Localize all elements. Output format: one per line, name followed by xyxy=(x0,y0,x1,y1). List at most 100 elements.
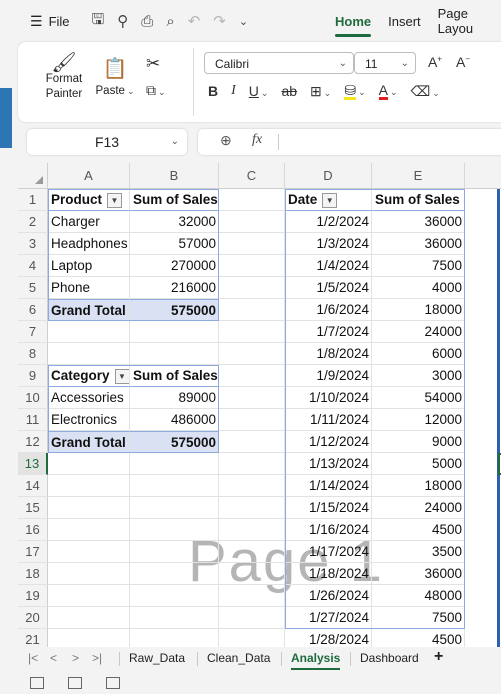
row-header-20[interactable]: 20 xyxy=(18,607,48,629)
cell-d4[interactable]: 1/4/2024 xyxy=(285,255,372,277)
cell-d12[interactable]: 1/12/2024 xyxy=(285,431,372,453)
paste-button[interactable]: 📋 Paste ⌄ xyxy=(93,56,137,97)
column-header-f[interactable] xyxy=(465,163,501,189)
cell-b10[interactable]: 89000 xyxy=(130,387,219,409)
clear-format-icon[interactable]: ⌫ ⌄ xyxy=(411,83,440,100)
row-header-9[interactable]: 9 xyxy=(18,365,48,387)
cell-e15[interactable]: 24000 xyxy=(372,497,465,519)
cell-a19[interactable] xyxy=(48,585,130,607)
cell-c7[interactable] xyxy=(219,321,285,343)
cell-d19[interactable]: 1/26/2024 xyxy=(285,585,372,607)
column-header-b[interactable]: B xyxy=(130,163,219,189)
decrease-font-size-icon[interactable]: A− xyxy=(456,54,470,70)
cell-c6[interactable] xyxy=(219,299,285,321)
filter-dropdown-icon[interactable]: ▼ xyxy=(107,192,123,208)
row-header-15[interactable]: 15 xyxy=(18,497,48,519)
row-header-13[interactable]: 13 xyxy=(18,453,48,475)
row-header-8[interactable]: 8 xyxy=(18,343,48,365)
cell-c11[interactable] xyxy=(219,409,285,431)
column-header-a[interactable]: A xyxy=(48,163,130,189)
cell-e6[interactable]: 18000 xyxy=(372,299,465,321)
cell-b13[interactable] xyxy=(130,453,219,475)
cell-b1[interactable]: Sum of Sales xyxy=(130,189,219,211)
underline-icon[interactable]: U ⌄ xyxy=(249,83,269,99)
cell-d16[interactable]: 1/16/2024 xyxy=(285,519,372,541)
cell-d7[interactable]: 1/7/2024 xyxy=(285,321,372,343)
row-header-14[interactable]: 14 xyxy=(18,475,48,497)
cell-c13[interactable] xyxy=(219,453,285,475)
save-icon[interactable]: 🖫 xyxy=(92,9,105,34)
cell-b20[interactable] xyxy=(130,607,219,629)
cell-e1[interactable]: Sum of Sales xyxy=(372,189,465,211)
row-header-6[interactable]: 6 xyxy=(18,299,48,321)
hamburger-menu-icon[interactable]: ☰ xyxy=(30,13,43,30)
cell-b16[interactable] xyxy=(130,519,219,541)
cut-icon[interactable]: ✂ xyxy=(146,54,160,74)
cell-c21[interactable] xyxy=(219,629,285,647)
name-box[interactable]: F13 ⌄ xyxy=(27,129,187,155)
sheet-tab-raw-data[interactable]: Raw_Data xyxy=(129,651,185,665)
cell-a4[interactable]: Laptop xyxy=(48,255,130,277)
cell-e21[interactable]: 4500 xyxy=(372,629,465,647)
cell-a16[interactable] xyxy=(48,519,130,541)
cell-e7[interactable]: 24000 xyxy=(372,321,465,343)
cell-c4[interactable] xyxy=(219,255,285,277)
spreadsheet-grid[interactable]: Page 1 A B C D E 1 2 3 4 5 6 7 8 9 10 11 12 13 14 15 16 17 18 1… xyxy=(18,163,501,647)
cell-a9[interactable]: Category ▼ xyxy=(48,365,130,387)
cell-a18[interactable] xyxy=(48,563,130,585)
cell-c9[interactable] xyxy=(219,365,285,387)
column-header-d[interactable]: D xyxy=(285,163,372,189)
autosave-icon[interactable]: ⚲ xyxy=(117,12,128,30)
cell-e11[interactable]: 12000 xyxy=(372,409,465,431)
row-header-17[interactable]: 17 xyxy=(18,541,48,563)
cell-a15[interactable] xyxy=(48,497,130,519)
cell-e20[interactable]: 7500 xyxy=(372,607,465,629)
cell-c3[interactable] xyxy=(219,233,285,255)
cell-d5[interactable]: 1/5/2024 xyxy=(285,277,372,299)
add-sheet-icon[interactable]: + xyxy=(434,648,443,666)
cell-e3[interactable]: 36000 xyxy=(372,233,465,255)
cell-d6[interactable]: 1/6/2024 xyxy=(285,299,372,321)
cell-d15[interactable]: 1/15/2024 xyxy=(285,497,372,519)
filter-dropdown-icon[interactable]: ▼ xyxy=(114,368,129,384)
font-color-icon[interactable]: A ⌄ xyxy=(378,82,398,100)
cell-c1[interactable] xyxy=(219,189,285,211)
cell-b19[interactable] xyxy=(130,585,219,607)
first-sheet-icon[interactable]: |< xyxy=(28,651,38,665)
cell-e16[interactable]: 4500 xyxy=(372,519,465,541)
cell-a21[interactable] xyxy=(48,629,130,647)
cell-a2[interactable]: Charger xyxy=(48,211,130,233)
page-layout-icon[interactable] xyxy=(106,677,120,689)
cell-e13[interactable]: 5000 xyxy=(372,453,465,475)
fill-color-icon[interactable]: ⛁ ⌄ xyxy=(344,82,366,100)
cell-a11[interactable]: Electronics xyxy=(48,409,130,431)
row-header-11[interactable]: 11 xyxy=(18,409,48,431)
cell-e10[interactable]: 54000 xyxy=(372,387,465,409)
borders-icon[interactable]: ⊞ ⌄ xyxy=(310,83,331,100)
cell-b18[interactable] xyxy=(130,563,219,585)
cell-c2[interactable] xyxy=(219,211,285,233)
cell-a3[interactable]: Headphones xyxy=(48,233,130,255)
next-sheet-icon[interactable]: > xyxy=(72,651,79,665)
sheet-tab-clean-data[interactable]: Clean_Data xyxy=(207,651,270,665)
cell-c5[interactable] xyxy=(219,277,285,299)
cell-b12[interactable]: 575000 xyxy=(130,431,219,453)
row-header-4[interactable]: 4 xyxy=(18,255,48,277)
cell-e9[interactable]: 3000 xyxy=(372,365,465,387)
row-header-3[interactable]: 3 xyxy=(18,233,48,255)
row-header-18[interactable]: 18 xyxy=(18,563,48,585)
row-header-10[interactable]: 10 xyxy=(18,387,48,409)
cell-d11[interactable]: 1/11/2024 xyxy=(285,409,372,431)
tab-home[interactable]: Home xyxy=(335,14,372,37)
formula-bar[interactable]: ⊕ fx xyxy=(198,129,501,155)
sheet-tab-analysis[interactable]: Analysis xyxy=(291,651,341,670)
select-all-corner[interactable] xyxy=(18,163,48,189)
cell-b9[interactable]: Sum of Sales xyxy=(130,365,219,387)
print-preview-icon[interactable]: ⌕ xyxy=(166,13,174,30)
row-header-5[interactable]: 5 xyxy=(18,277,48,299)
cell-b5[interactable]: 216000 xyxy=(130,277,219,299)
prev-sheet-icon[interactable]: < xyxy=(50,651,57,665)
cell-b2[interactable]: 32000 xyxy=(130,211,219,233)
cell-c17[interactable] xyxy=(219,541,285,563)
cell-b8[interactable] xyxy=(130,343,219,365)
